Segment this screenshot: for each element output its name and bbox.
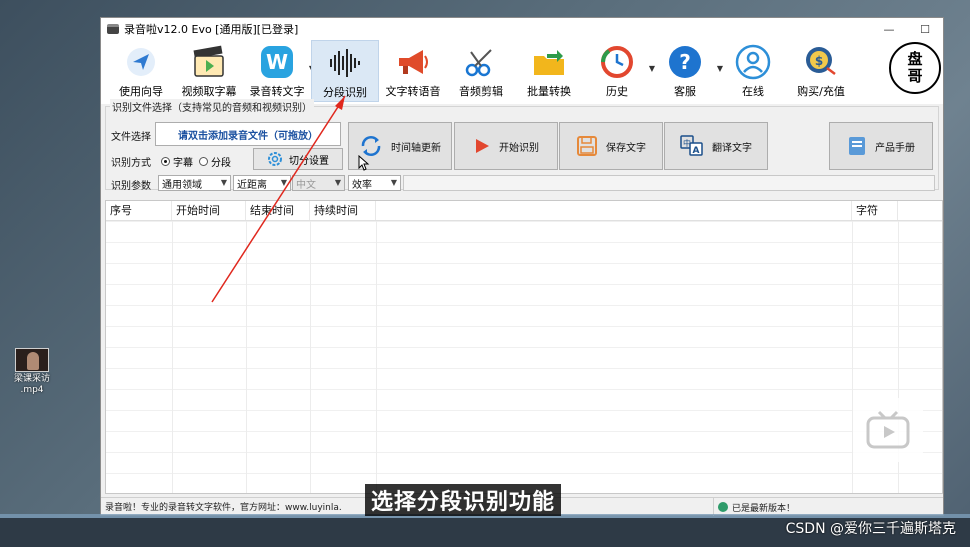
- tool-guide-button[interactable]: 使用向导: [107, 40, 175, 102]
- book-icon: [849, 137, 865, 155]
- user-online-icon: [735, 44, 771, 80]
- svg-text:?: ?: [679, 50, 691, 74]
- column-header[interactable]: [898, 201, 942, 220]
- history-icon: [599, 44, 635, 80]
- tool-label: 分段识别: [323, 86, 367, 99]
- megaphone-icon: [395, 44, 431, 80]
- mode-radio-segment[interactable]: 分段: [199, 154, 231, 169]
- help-icon: ?: [667, 44, 703, 80]
- channel-logo: 盘 哥: [889, 42, 941, 94]
- tool-segment-recognition-button[interactable]: 分段识别: [311, 40, 379, 102]
- tool-label: 历史: [606, 85, 628, 98]
- start-recognition-button[interactable]: 开始识别: [454, 122, 558, 170]
- video-thumbnail: [15, 348, 49, 372]
- language-select[interactable]: 中文 ▼: [292, 175, 345, 191]
- tool-label: 在线: [742, 85, 764, 98]
- play-icon: [476, 139, 489, 153]
- check-icon: [718, 502, 728, 512]
- tool-label: 使用向导: [119, 85, 163, 98]
- tool-label: 购买/充值: [797, 85, 845, 98]
- column-header[interactable]: 开始时间: [172, 201, 246, 220]
- folder-convert-icon: [531, 44, 567, 80]
- tool-history-button[interactable]: 历史 ▼: [583, 40, 655, 102]
- chevron-down-icon: ▼: [390, 178, 397, 187]
- chevron-down-icon: ▼: [280, 178, 287, 187]
- file-label: 文件选择: [111, 132, 151, 143]
- tool-support-button[interactable]: ? 客服 ▼: [651, 40, 723, 102]
- efficiency-select[interactable]: 效率 ▼: [348, 175, 401, 191]
- svg-text:A: A: [693, 146, 700, 156]
- tool-audio-to-text-button[interactable]: W 录音转文字 ▼: [243, 40, 315, 102]
- save-text-button[interactable]: 保存文字: [559, 122, 663, 170]
- tool-label: 文字转语音: [385, 85, 441, 98]
- title-bar: 录音啦v12.0 Evo [通用版][已登录] — ☐: [101, 18, 943, 40]
- tool-video-subtitle-button[interactable]: 视频取字幕: [175, 40, 243, 102]
- save-icon: [577, 136, 597, 156]
- mode-radio-group: 字幕 分段: [161, 154, 237, 169]
- column-header[interactable]: [376, 201, 852, 220]
- column-header[interactable]: 结束时间: [246, 201, 310, 220]
- main-toolbar: 使用向导 视频取字幕 W 录音转文字 ▼ 分段识别 文字转语音: [101, 40, 943, 104]
- svg-text:W: W: [266, 50, 288, 74]
- navigator-icon: [123, 44, 159, 80]
- tool-label: 音频剪辑: [459, 85, 503, 98]
- column-header[interactable]: 序号: [106, 201, 172, 220]
- product-manual-button[interactable]: 产品手册: [829, 122, 933, 170]
- translate-text-button[interactable]: 中A 翻译文字: [664, 122, 768, 170]
- maximize-button[interactable]: ☐: [907, 18, 943, 40]
- desktop-file-name: 梁课采访 .mp4: [13, 374, 50, 395]
- group-title: 识别文件选择（支持常见的音频和视频识别）: [110, 99, 314, 114]
- tool-batch-convert-button[interactable]: 批量转换: [515, 40, 583, 102]
- translate-icon: 中A: [680, 135, 703, 156]
- column-header[interactable]: 字符: [852, 201, 898, 220]
- video-subtitle: 选择分段识别功能: [365, 484, 562, 516]
- tool-purchase-button[interactable]: $ 购买/充值: [787, 40, 855, 102]
- svg-text:$: $: [815, 54, 823, 68]
- scissors-icon: [463, 44, 499, 80]
- video-subtitle-icon: [191, 44, 227, 80]
- tool-label: 批量转换: [527, 85, 571, 98]
- split-settings-button[interactable]: 切分设置: [253, 148, 343, 170]
- mouse-cursor-icon: [358, 155, 370, 171]
- desktop-video-file[interactable]: 梁课采访 .mp4: [8, 348, 56, 396]
- params-label: 识别参数: [111, 181, 151, 192]
- video-player-logo: [853, 398, 923, 462]
- distance-select[interactable]: 近距离 ▼: [233, 175, 291, 191]
- mode-label: 识别方式: [111, 158, 151, 169]
- domain-select[interactable]: 通用领域 ▼: [158, 175, 231, 191]
- w-logo-icon: W: [259, 44, 295, 80]
- waveform-icon: [327, 45, 363, 81]
- coin-purchase-icon: $: [803, 44, 839, 80]
- result-table[interactable]: 序号 开始时间 结束时间 持续时间 字符: [105, 200, 943, 494]
- app-window: 录音啦v12.0 Evo [通用版][已登录] — ☐ 使用向导 视频取字幕 W…: [100, 17, 944, 516]
- tool-label: 视频取字幕: [181, 85, 237, 98]
- gear-icon: [268, 152, 282, 166]
- param-text-field[interactable]: [403, 175, 935, 191]
- tool-label: 录音转文字: [249, 85, 305, 98]
- column-header[interactable]: 持续时间: [310, 201, 376, 220]
- tool-text-to-speech-button[interactable]: 文字转语音: [379, 40, 447, 102]
- tool-audio-edit-button[interactable]: 音频剪辑: [447, 40, 515, 102]
- tool-online-button[interactable]: 在线: [719, 40, 787, 102]
- app-icon: [107, 24, 119, 34]
- add-file-button[interactable]: 请双击添加录音文件（可拖放）: [155, 122, 341, 146]
- table-header: 序号 开始时间 结束时间 持续时间 字符: [106, 201, 942, 221]
- table-grid: [106, 221, 942, 493]
- mode-radio-subtitle[interactable]: 字幕: [161, 154, 193, 169]
- chevron-down-icon: ▼: [220, 178, 227, 187]
- tool-label: 客服: [674, 85, 696, 98]
- minimize-button[interactable]: —: [871, 18, 907, 40]
- watermark: CSDN @爱你三千遍斯塔克: [785, 521, 956, 537]
- chevron-down-icon: ▼: [334, 178, 341, 187]
- status-text: 录音啦！专业的录音转文字软件，官方网址：www.luyinla.: [105, 503, 342, 513]
- window-title: 录音啦v12.0 Evo [通用版][已登录]: [124, 23, 299, 36]
